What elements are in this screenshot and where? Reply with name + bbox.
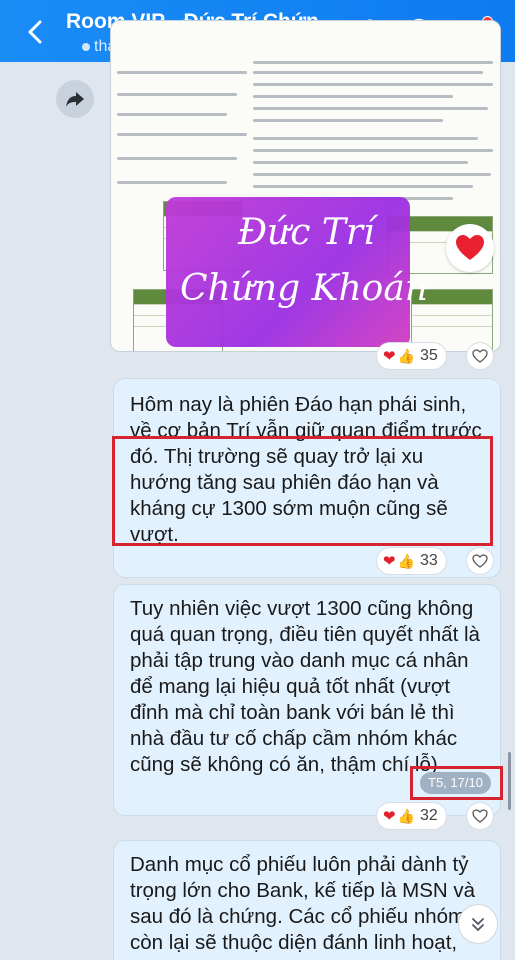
heart-icon: ❤ [383, 808, 396, 825]
reaction-count: 32 [420, 807, 438, 824]
back-arrow-icon[interactable] [22, 16, 50, 48]
reaction-count: 33 [420, 552, 438, 569]
scroll-down-button[interactable] [458, 904, 498, 944]
message-text: Tuy nhiên việc vượt 1300 cũng không quá … [130, 597, 480, 776]
thumbs-up-icon: 👍 [397, 807, 416, 824]
reaction-summary[interactable]: ❤ 👍 35 [376, 342, 447, 370]
message-timestamp: T5, 17/10 [420, 772, 491, 794]
like-button[interactable] [466, 802, 494, 830]
like-button[interactable] [466, 342, 494, 370]
heart-icon: ❤ [383, 348, 396, 365]
reaction-summary[interactable]: ❤ 👍 33 [376, 547, 447, 575]
thumbs-up-icon: 👍 [397, 347, 416, 364]
message-intro: Hôm nay là phiên Đáo hạn phái sinh, về c… [130, 393, 482, 442]
members-icon [82, 43, 90, 51]
heart-reaction-icon[interactable] [446, 224, 494, 272]
watermark-line2: Chứng Khoán [180, 268, 428, 309]
reaction-count: 35 [420, 347, 438, 364]
message-text: Danh mục cổ phiếu luôn phải dành tỷ trọn… [130, 853, 476, 954]
heart-icon: ❤ [383, 553, 396, 570]
chevron-down-icon [472, 918, 484, 932]
thumbs-up-icon: 👍 [397, 552, 416, 569]
scrollbar[interactable] [508, 752, 511, 810]
watermark-line1: Đức Trí [238, 212, 375, 253]
share-forward-icon[interactable] [56, 80, 94, 118]
reaction-summary[interactable]: ❤ 👍 32 [376, 802, 447, 830]
like-button[interactable] [466, 547, 494, 575]
message-highlight: đó. Thị trường sẽ quay trở lại xu hướng … [130, 445, 448, 546]
